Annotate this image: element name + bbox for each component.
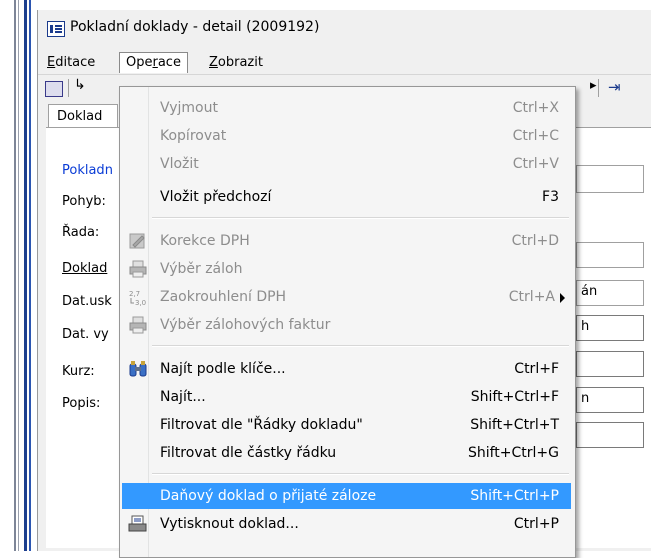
- popis-field[interactable]: [576, 422, 644, 448]
- menu-separator: [152, 345, 569, 347]
- menu-item-shortcut: F3: [542, 189, 559, 205]
- menu-item-label: Vložit předchozí: [160, 189, 272, 205]
- menu-item-shortcut: Shift+Ctrl+P: [470, 488, 559, 504]
- print-document-icon: [128, 515, 147, 532]
- menu-item-label: Korekce DPH: [160, 233, 250, 249]
- frame-line: [29, 0, 31, 551]
- label-popis: Popis:: [62, 396, 101, 411]
- menu-item-label: Filtrovat dle částky řádku: [160, 445, 337, 461]
- menu-item-vlozit-predchozi[interactable]: Vložit předchozí F3: [122, 184, 571, 210]
- menu-item-label: Vložit: [160, 156, 199, 172]
- frame-line: [24, 0, 27, 551]
- label-rada: Řada:: [62, 225, 100, 240]
- menu-item-najit[interactable]: Najít... Shift+Ctrl+F: [122, 384, 571, 410]
- toolbar-separator: [598, 79, 599, 97]
- label-kurz: Kurz:: [62, 364, 95, 379]
- menu-zobrazit[interactable]: Zobrazit: [202, 52, 270, 74]
- menu-item-shortcut: Ctrl+P: [513, 516, 559, 532]
- menu-item-label: Výběr záloh: [160, 261, 243, 277]
- menu-editace[interactable]: Editace: [40, 52, 102, 74]
- kurz-field[interactable]: n: [576, 387, 644, 413]
- exit-icon[interactable]: ⇥: [608, 78, 621, 96]
- menu-item-zaokrouhleni-dph[interactable]: 2,7 3,0 Zaokrouhlení DPH Ctrl+A: [122, 284, 571, 310]
- toolbar-separator: [68, 79, 69, 97]
- menu-item-danovy-doklad[interactable]: Daňový doklad o přijaté záloze Shift+Ctr…: [122, 483, 571, 509]
- menu-item-label: Filtrovat dle "Řádky dokladu": [160, 417, 363, 433]
- menu-item-shortcut: Ctrl+V: [512, 156, 559, 172]
- rada-field[interactable]: [576, 242, 644, 268]
- frame-line: [18, 0, 19, 551]
- window-title: Pokladní doklady - detail (2009192): [70, 19, 320, 35]
- label-pokladna: Pokladn: [62, 163, 113, 178]
- menu-item-label: Vyjmout: [160, 100, 218, 116]
- next-record-icon[interactable]: ▸: [590, 78, 597, 93]
- menu-item-label: Výběr zálohových faktur: [160, 317, 331, 333]
- menu-item-filtrovat-castky[interactable]: Filtrovat dle částky řádku Shift+Ctrl+G: [122, 440, 571, 466]
- pokladna-field[interactable]: [576, 165, 644, 193]
- dat-vy-field[interactable]: [576, 351, 644, 377]
- submenu-arrow-icon: [560, 293, 565, 303]
- label-doklad[interactable]: Doklad: [62, 261, 107, 276]
- menu-item-shortcut: Ctrl+F: [514, 361, 559, 377]
- menu-separator: [152, 473, 569, 475]
- toolbar-arrow-icon[interactable]: ↳: [74, 77, 86, 93]
- menu-item-vyjmout[interactable]: Vyjmout Ctrl+X: [122, 95, 571, 121]
- frame-line: [14, 0, 16, 551]
- menu-item-vytisknout-doklad[interactable]: Vytisknout doklad... Ctrl+P: [122, 511, 571, 537]
- menu-bar: Editace Operace Zobrazit: [38, 50, 651, 74]
- desktop-edge: [0, 0, 36, 551]
- printer-icon: [129, 260, 147, 278]
- menu-item-vlozit[interactable]: Vložit Ctrl+V: [122, 151, 571, 177]
- dat-usk-field[interactable]: h: [576, 315, 644, 341]
- menu-item-label: Vytisknout doklad...: [160, 516, 299, 532]
- svg-text:2,7: 2,7: [129, 290, 140, 298]
- menu-item-label: Daňový doklad o přijaté záloze: [160, 488, 377, 504]
- menu-item-label: Najít podle klíče...: [160, 361, 286, 377]
- binoculars-icon: [129, 361, 147, 377]
- menu-item-korekce-dph[interactable]: Korekce DPH Ctrl+D: [122, 228, 571, 254]
- menu-item-shortcut: Ctrl+D: [511, 233, 559, 249]
- label-dat-vy: Dat. vy: [62, 327, 109, 342]
- menu-item-label: Zaokrouhlení DPH: [160, 289, 287, 305]
- menu-item-shortcut: Ctrl+C: [512, 128, 559, 144]
- menu-item-kopirovat[interactable]: Kopírovat Ctrl+C: [122, 123, 571, 149]
- printer-icon: [129, 316, 147, 334]
- menu-item-shortcut: Shift+Ctrl+T: [470, 417, 559, 433]
- label-dat-usk: Dat.usk: [62, 294, 112, 309]
- title-bar[interactable]: Pokladní doklady - detail (2009192): [38, 12, 651, 50]
- menu-item-label: Kopírovat: [160, 128, 227, 144]
- menu-item-najit-podle-klice[interactable]: Najít podle klíče... Ctrl+F: [122, 356, 571, 382]
- menu-item-shortcut: Shift+Ctrl+F: [470, 389, 559, 405]
- operace-dropdown: Vyjmout Ctrl+X Kopírovat Ctrl+C Vložit C…: [119, 86, 576, 558]
- menu-item-vyber-zaloh[interactable]: Výběr záloh: [122, 256, 571, 282]
- svg-text:3,0: 3,0: [135, 299, 146, 306]
- window-icon: [47, 21, 65, 37]
- tab-doklad[interactable]: Doklad: [48, 104, 118, 129]
- menu-item-vyber-zalohovych-faktur[interactable]: Výběr zálohových faktur: [122, 312, 571, 338]
- doklad-field[interactable]: án: [576, 280, 644, 306]
- menu-item-filtrovat-radky[interactable]: Filtrovat dle "Řádky dokladu" Shift+Ctrl…: [122, 412, 571, 438]
- tab-doklad-label: Doklad: [57, 109, 103, 124]
- menu-operace[interactable]: Operace: [119, 52, 188, 73]
- rounding-icon: 2,7 3,0: [129, 290, 146, 306]
- menu-separator: [152, 217, 569, 219]
- label-pohyb: Pohyb:: [62, 194, 106, 209]
- menu-item-shortcut: Ctrl+A: [508, 289, 555, 305]
- calculator-icon[interactable]: [45, 81, 63, 97]
- edit-icon: [129, 233, 145, 249]
- menu-item-label: Najít...: [160, 389, 206, 405]
- menu-item-shortcut: Shift+Ctrl+G: [467, 445, 559, 461]
- menu-item-shortcut: Ctrl+X: [512, 100, 559, 116]
